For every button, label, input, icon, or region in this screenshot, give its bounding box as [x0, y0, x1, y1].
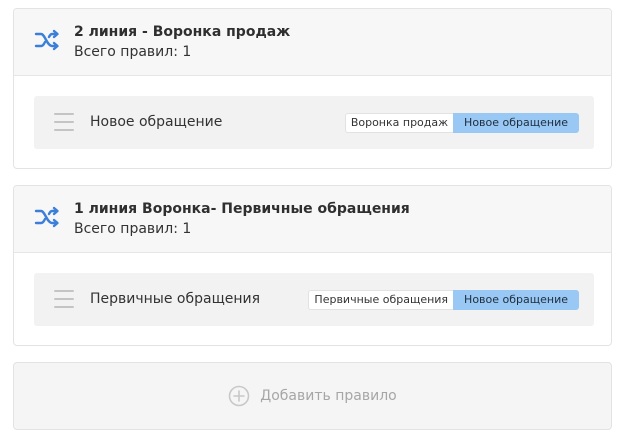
- shuffle-icon: [34, 206, 59, 228]
- rules-count: Всего правил: 1: [74, 44, 192, 60]
- status-tag: Новое обращение: [453, 113, 579, 133]
- rule-tags: Первичные обращения Новое обращение: [308, 290, 579, 310]
- rule-group-header[interactable]: 1 линия Воронка- Первичные обращения Все…: [14, 186, 611, 253]
- drag-handle-icon[interactable]: [54, 289, 74, 309]
- rule-row[interactable]: Первичные обращения Первичные обращения …: [34, 273, 594, 326]
- rule-group-card: 1 линия Воронка- Первичные обращения Все…: [13, 185, 612, 346]
- rule-row[interactable]: Новое обращение Воронка продаж Новое обр…: [34, 96, 594, 149]
- funnel-tag: Первичные обращения: [308, 290, 454, 310]
- drag-handle-icon[interactable]: [54, 112, 74, 132]
- rule-group-card: 2 линия - Воронка продаж Всего правил: 1…: [13, 8, 612, 169]
- rule-tags: Воронка продаж Новое обращение: [344, 113, 579, 133]
- rule-group-header[interactable]: 2 линия - Воронка продаж Всего правил: 1: [14, 9, 611, 76]
- shuffle-icon: [34, 29, 59, 51]
- rule-group-title: 2 линия - Воронка продаж: [74, 24, 291, 40]
- rule-name: Новое обращение: [90, 114, 223, 130]
- rule-group-body: Новое обращение Воронка продаж Новое обр…: [14, 76, 611, 169]
- rules-count: Всего правил: 1: [74, 221, 192, 237]
- status-tag: Новое обращение: [453, 290, 579, 310]
- rule-group-body: Первичные обращения Первичные обращения …: [14, 253, 611, 346]
- funnel-tag: Воронка продаж: [344, 113, 454, 133]
- add-rule-label: Добавить правило: [260, 388, 397, 404]
- rule-group-title: 1 линия Воронка- Первичные обращения: [74, 201, 410, 217]
- rule-name: Первичные обращения: [90, 291, 261, 307]
- add-rule-button[interactable]: Добавить правило: [13, 362, 612, 430]
- plus-circle-icon: [228, 385, 250, 407]
